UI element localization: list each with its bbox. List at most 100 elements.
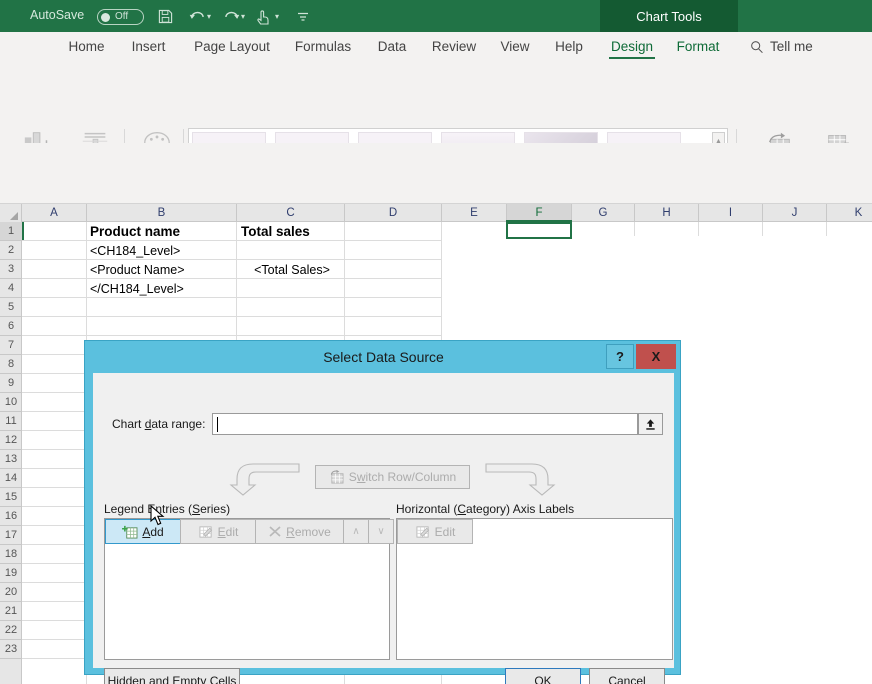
cell-c1[interactable]: Total sales bbox=[238, 222, 346, 241]
row-header-7[interactable]: 7 bbox=[0, 336, 22, 355]
row-header-3[interactable]: 3 bbox=[0, 260, 22, 279]
legend-entries-list[interactable] bbox=[105, 544, 389, 659]
legend-entries-label-mnemonic: S bbox=[192, 502, 200, 516]
tab-help[interactable]: Help bbox=[550, 32, 588, 61]
column-header-a[interactable]: A bbox=[22, 204, 87, 222]
gridline-h bbox=[22, 316, 441, 317]
remove-icon bbox=[268, 525, 282, 538]
autosave-label: AutoSave bbox=[30, 8, 84, 22]
move-series-up-button[interactable]: ∧ bbox=[343, 519, 369, 544]
row-header-5[interactable]: 5 bbox=[0, 298, 22, 317]
tab-page-layout[interactable]: Page Layout bbox=[188, 32, 276, 61]
row-header-15[interactable]: 15 bbox=[0, 488, 22, 507]
dialog-close-button[interactable]: X bbox=[636, 344, 676, 369]
redo-icon[interactable] bbox=[221, 7, 241, 26]
column-header-e[interactable]: E bbox=[442, 204, 507, 222]
collapse-dialog-button[interactable] bbox=[638, 413, 663, 435]
dialog-help-button[interactable]: ? bbox=[606, 344, 634, 369]
chart-data-range-label-pre: Chart bbox=[112, 417, 145, 431]
redo-chevron-down-icon[interactable]: ▾ bbox=[241, 13, 248, 20]
cell-b3[interactable]: <Product Name> bbox=[87, 260, 237, 279]
row-header-21[interactable]: 21 bbox=[0, 602, 22, 621]
tell-me-box[interactable]: Tell me bbox=[750, 32, 813, 61]
row-header-23[interactable]: 23 bbox=[0, 640, 22, 659]
legend-entries-toolbar: Add Edit Remove ∧ ∨ bbox=[105, 519, 393, 544]
cell-b2[interactable]: <CH184_Level> bbox=[87, 241, 237, 260]
edit-icon bbox=[415, 525, 431, 539]
column-header-g[interactable]: G bbox=[572, 204, 635, 222]
remove-series-button[interactable]: Remove bbox=[255, 519, 344, 544]
row-header-20[interactable]: 20 bbox=[0, 583, 22, 602]
column-header-j[interactable]: J bbox=[763, 204, 827, 222]
row-header-13[interactable]: 13 bbox=[0, 450, 22, 469]
row-header-16[interactable]: 16 bbox=[0, 507, 22, 526]
row-header-17[interactable]: 17 bbox=[0, 526, 22, 545]
tab-design[interactable]: Design bbox=[605, 32, 659, 61]
column-header-f-label: F bbox=[535, 207, 542, 219]
row-header-4[interactable]: 4 bbox=[0, 279, 22, 298]
row-header-12[interactable]: 12 bbox=[0, 431, 22, 450]
row-header-1-label: 1 bbox=[8, 225, 14, 237]
row-header-9[interactable]: 9 bbox=[0, 374, 22, 393]
column-header-c[interactable]: C bbox=[237, 204, 345, 222]
dialog-body: Chart data range: Switch Row/Column bbox=[93, 373, 674, 668]
hidden-and-empty-cells-label: Hidden and Empty Cells bbox=[108, 674, 237, 684]
tab-view[interactable]: View bbox=[496, 32, 534, 61]
chart-data-range-input[interactable] bbox=[212, 413, 638, 435]
title-bar: Chart Tools AutoSave Off ▾ ▾ ▾ bbox=[0, 0, 872, 32]
column-header-b[interactable]: B bbox=[87, 204, 237, 222]
category-axis-list[interactable] bbox=[397, 544, 672, 659]
move-series-down-button[interactable]: ∨ bbox=[368, 519, 394, 544]
switch-row-column-dialog-button[interactable]: Switch Row/Column bbox=[315, 465, 470, 489]
add-icon bbox=[122, 525, 138, 539]
row-header-10[interactable]: 10 bbox=[0, 393, 22, 412]
column-header-i[interactable]: I bbox=[699, 204, 763, 222]
formula-bar: F1 ▼ ⋮ ✕ ✓ fx bbox=[0, 162, 872, 204]
row-header-18[interactable]: 18 bbox=[0, 545, 22, 564]
tab-formulas[interactable]: Formulas bbox=[292, 32, 354, 61]
cell-c3[interactable]: <Total Sales> bbox=[238, 260, 346, 279]
select-all-triangle-icon bbox=[10, 212, 18, 220]
gridline-h bbox=[22, 335, 441, 336]
touch-mode-chevron-down-icon[interactable]: ▾ bbox=[275, 13, 282, 20]
save-icon[interactable] bbox=[155, 7, 175, 26]
column-header-k[interactable]: K bbox=[827, 204, 872, 222]
row-header-22[interactable]: 22 bbox=[0, 621, 22, 640]
row-header-11[interactable]: 11 bbox=[0, 412, 22, 431]
ok-button[interactable]: OK bbox=[505, 668, 581, 684]
cell-b4[interactable]: </CH184_Level> bbox=[87, 279, 237, 298]
gridline-v bbox=[698, 222, 699, 236]
row-header-6[interactable]: 6 bbox=[0, 317, 22, 336]
row-header-19[interactable]: 19 bbox=[0, 564, 22, 583]
tab-home[interactable]: Home bbox=[64, 32, 109, 61]
gridline-v bbox=[634, 222, 635, 236]
autosave-toggle-knob bbox=[101, 13, 110, 22]
column-header-d[interactable]: D bbox=[345, 204, 442, 222]
autosave-state-label: Off bbox=[115, 11, 128, 22]
tab-review[interactable]: Review bbox=[428, 32, 480, 61]
autosave-toggle[interactable]: Off bbox=[97, 9, 144, 25]
touch-mode-icon[interactable] bbox=[253, 7, 273, 26]
edit-series-label: Edit bbox=[218, 525, 239, 539]
remove-series-label: Remove bbox=[286, 525, 331, 539]
tab-insert[interactable]: Insert bbox=[126, 32, 171, 61]
hidden-and-empty-cells-button[interactable]: Hidden and Empty Cells bbox=[104, 668, 240, 684]
cancel-button[interactable]: Cancel bbox=[589, 668, 665, 684]
switch-right-arrow-icon bbox=[480, 461, 556, 497]
row-header-2[interactable]: 2 bbox=[0, 241, 22, 260]
edit-series-button[interactable]: Edit bbox=[180, 519, 256, 544]
tab-format[interactable]: Format bbox=[672, 32, 724, 61]
row-header-8[interactable]: 8 bbox=[0, 355, 22, 374]
undo-chevron-down-icon[interactable]: ▾ bbox=[207, 13, 214, 20]
tab-data[interactable]: Data bbox=[373, 32, 411, 61]
row-header-14[interactable]: 14 bbox=[0, 469, 22, 488]
edit-category-button[interactable]: Edit bbox=[397, 519, 473, 544]
row-header-1[interactable]: 1 bbox=[0, 222, 22, 241]
select-all-corner[interactable] bbox=[0, 204, 22, 222]
undo-icon[interactable] bbox=[187, 7, 207, 26]
legend-entries-label-post: eries) bbox=[200, 502, 230, 516]
add-series-button[interactable]: Add bbox=[105, 519, 181, 544]
column-header-h[interactable]: H bbox=[635, 204, 699, 222]
cell-b1[interactable]: Product name bbox=[87, 222, 237, 241]
customize-quick-access-toolbar-icon[interactable] bbox=[293, 7, 313, 26]
